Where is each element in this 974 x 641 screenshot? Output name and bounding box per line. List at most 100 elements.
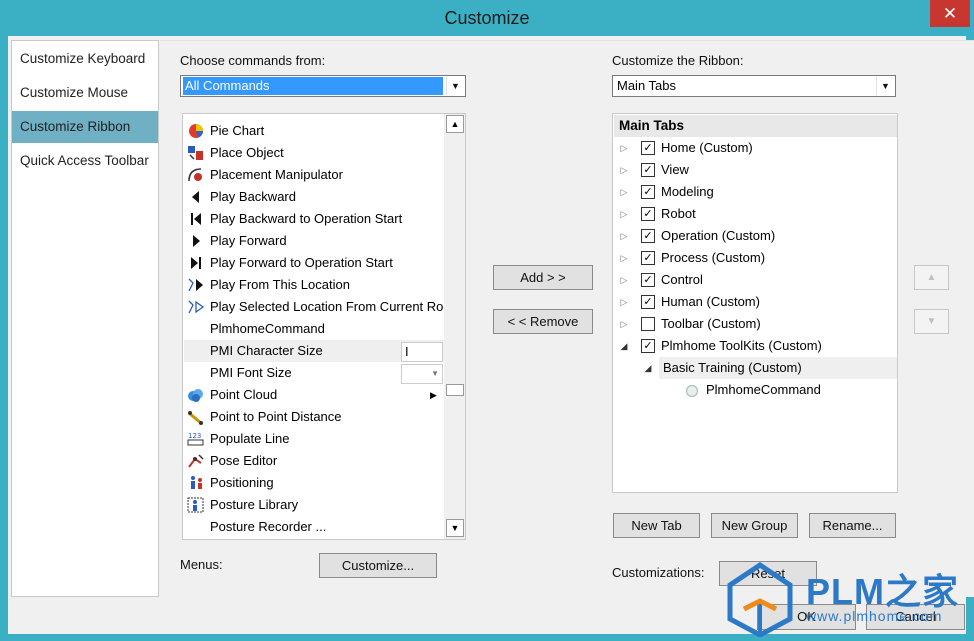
tab-label: Human (Custom) bbox=[661, 294, 760, 309]
expand-arrow-icon[interactable]: ▷ bbox=[619, 225, 629, 247]
command-item[interactable]: Pie Chart bbox=[184, 120, 444, 142]
new-group-button[interactable]: New Group bbox=[711, 513, 798, 538]
command-item[interactable]: Placement Manipulator bbox=[184, 164, 444, 186]
tab-checkbox[interactable]: ✓ bbox=[641, 141, 655, 155]
expand-arrow-icon[interactable]: ▷ bbox=[619, 291, 629, 313]
tree-tab-row[interactable]: ▷ ✓ Robot bbox=[613, 203, 897, 225]
nav-customize-keyboard[interactable]: Customize Keyboard bbox=[12, 43, 158, 75]
command-item[interactable]: Point Cloud ▶ bbox=[184, 384, 444, 406]
command-item[interactable]: Play Forward to Operation Start bbox=[184, 252, 444, 274]
tree-tab-row[interactable]: ▷ Toolbar (Custom) bbox=[613, 313, 897, 335]
expand-arrow-icon[interactable]: ▷ bbox=[619, 313, 629, 335]
tree-tab-row[interactable]: ▷ ✓ Modeling bbox=[613, 181, 897, 203]
ribbon-tree[interactable]: Main Tabs ▷ ✓ Home (Custom) ▷ ✓ View ▷ ✓… bbox=[612, 113, 898, 493]
move-up-button[interactable]: ▲ bbox=[914, 265, 949, 290]
tree-tab-row[interactable]: ▷ ✓ Home (Custom) bbox=[613, 137, 897, 159]
command-item[interactable]: Posture Recorder ... bbox=[184, 516, 444, 538]
command-item[interactable]: Point to Point Distance bbox=[184, 406, 444, 428]
group-label: Basic Training (Custom) bbox=[663, 360, 802, 375]
command-label: Play Backward bbox=[210, 189, 296, 204]
nav-quick-access-toolbar[interactable]: Quick Access Toolbar bbox=[12, 145, 158, 177]
command-item[interactable]: Play Selected Location From Current Ro bbox=[184, 296, 446, 318]
chevron-down-icon[interactable]: ▼ bbox=[446, 77, 464, 95]
choose-commands-dropdown[interactable]: All Commands ▼ bbox=[180, 75, 466, 97]
pie-chart-icon bbox=[187, 123, 205, 139]
expand-arrow-icon[interactable]: ▷ bbox=[619, 269, 629, 291]
tree-tab-row[interactable]: ◢ ✓ Plmhome ToolKits (Custom) bbox=[613, 335, 897, 357]
command-item[interactable]: Pose Editor bbox=[184, 450, 444, 472]
tab-label: Process (Custom) bbox=[661, 250, 766, 265]
command-label: Play Forward bbox=[210, 233, 287, 248]
place-object-icon bbox=[187, 145, 205, 161]
list-item-partial: ▪ bbox=[184, 114, 444, 118]
tab-checkbox[interactable]: ✓ bbox=[641, 163, 655, 177]
command-item[interactable]: Play Backward bbox=[184, 186, 444, 208]
expand-arrow-icon[interactable]: ▷ bbox=[619, 247, 629, 269]
tab-checkbox[interactable]: ✓ bbox=[641, 273, 655, 287]
command-item[interactable]: Posture Library bbox=[184, 494, 444, 516]
remove-button[interactable]: < < Remove bbox=[493, 309, 593, 334]
command-label: Posture Library bbox=[210, 497, 299, 512]
customizations-label: Customizations: bbox=[612, 565, 705, 580]
tree-tab-row[interactable]: ▷ ✓ Control bbox=[613, 269, 897, 291]
command-label: PlmhomeCommand bbox=[210, 321, 325, 336]
nav-customize-ribbon[interactable]: Customize Ribbon bbox=[12, 111, 158, 143]
tree-group-row[interactable]: ◢ Basic Training (Custom) bbox=[645, 357, 897, 379]
expand-arrow-icon[interactable]: ▷ bbox=[619, 203, 629, 225]
tab-label: Control bbox=[661, 272, 703, 287]
customize-menus-button[interactable]: Customize... bbox=[319, 553, 437, 578]
tab-checkbox[interactable]: ✓ bbox=[641, 251, 655, 265]
commands-scrollbar[interactable]: ▲ ▼ bbox=[444, 114, 465, 539]
expand-arrow-icon[interactable]: ▷ bbox=[619, 181, 629, 203]
command-label: Play Backward to Operation Start bbox=[210, 211, 403, 226]
command-label: Pose Editor bbox=[210, 453, 278, 468]
customize-dialog: Customize ✕ Customize Keyboard Customize… bbox=[0, 0, 974, 641]
collapse-arrow-icon[interactable]: ◢ bbox=[643, 357, 653, 379]
command-item[interactable]: Play From This Location bbox=[184, 274, 444, 296]
tab-label: Modeling bbox=[661, 184, 714, 199]
pmi-character-size-field[interactable]: I bbox=[401, 342, 443, 362]
collapse-arrow-icon[interactable]: ◢ bbox=[619, 335, 629, 357]
plmhome-logo-icon bbox=[727, 561, 793, 637]
expand-arrow-icon[interactable]: ▷ bbox=[619, 137, 629, 159]
add-button[interactable]: Add > > bbox=[493, 265, 593, 290]
commands-list[interactable]: ▪ Pie Chart Place Object Placement Manip… bbox=[182, 113, 466, 540]
tree-tab-row[interactable]: ▷ ✓ View bbox=[613, 159, 897, 181]
tab-checkbox[interactable]: ✓ bbox=[641, 207, 655, 221]
rename-button[interactable]: Rename... bbox=[809, 513, 896, 538]
tree-command-row[interactable]: PlmhomeCommand bbox=[613, 379, 897, 401]
command-item[interactable]: Play Forward bbox=[184, 230, 444, 252]
nav-customize-mouse[interactable]: Customize Mouse bbox=[12, 77, 158, 109]
pmi-font-size-combo[interactable]: ▼ bbox=[401, 364, 443, 384]
tab-checkbox[interactable]: ✓ bbox=[641, 339, 655, 353]
close-button[interactable]: ✕ bbox=[930, 0, 970, 27]
command-label: Placement Manipulator bbox=[210, 167, 343, 182]
tree-tab-row[interactable]: ▷ ✓ Operation (Custom) bbox=[613, 225, 897, 247]
command-label: PMI Character Size bbox=[210, 343, 323, 358]
command-item[interactable]: 123 Populate Line bbox=[184, 428, 444, 450]
command-item[interactable]: Positioning bbox=[184, 472, 444, 494]
command-item[interactable]: PlmhomeCommand bbox=[184, 318, 444, 340]
command-label: Place Object bbox=[210, 145, 284, 160]
ribbon-tabs-dropdown[interactable]: Main Tabs ▼ bbox=[612, 75, 896, 97]
tree-tab-row[interactable]: ▷ ✓ Process (Custom) bbox=[613, 247, 897, 269]
watermark-url: www.plmhome.com bbox=[806, 608, 943, 624]
tab-checkbox[interactable]: ✓ bbox=[641, 185, 655, 199]
tab-checkbox[interactable]: ✓ bbox=[641, 229, 655, 243]
scroll-down-icon[interactable]: ▼ bbox=[446, 519, 464, 537]
scroll-thumb[interactable] bbox=[446, 384, 464, 396]
expand-arrow-icon[interactable]: ▷ bbox=[619, 159, 629, 181]
tab-checkbox[interactable] bbox=[641, 317, 655, 331]
tab-label: Toolbar (Custom) bbox=[661, 316, 761, 331]
tree-tab-row[interactable]: ▷ ✓ Human (Custom) bbox=[613, 291, 897, 313]
move-down-button[interactable]: ▼ bbox=[914, 309, 949, 334]
command-item[interactable]: Play Backward to Operation Start bbox=[184, 208, 444, 230]
point-cloud-icon bbox=[187, 387, 205, 403]
new-tab-button[interactable]: New Tab bbox=[613, 513, 700, 538]
chevron-down-icon[interactable]: ▼ bbox=[876, 77, 894, 95]
scroll-up-icon[interactable]: ▲ bbox=[446, 115, 464, 133]
command-label: Populate Line bbox=[210, 431, 290, 446]
tab-checkbox[interactable]: ✓ bbox=[641, 295, 655, 309]
populate-line-icon: 123 bbox=[187, 431, 205, 447]
command-item[interactable]: Place Object bbox=[184, 142, 444, 164]
